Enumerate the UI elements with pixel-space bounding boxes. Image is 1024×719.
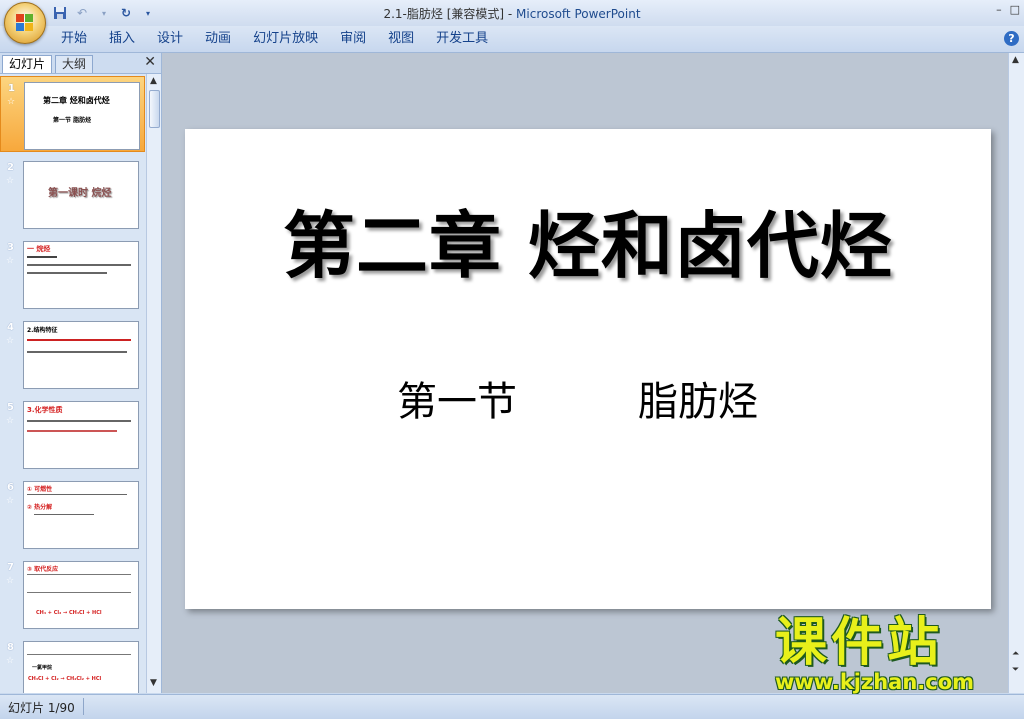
thumbnail-slide: 3.化学性质 — [23, 401, 139, 469]
thumbnail-scrollbar[interactable]: ▲ ▼ — [146, 74, 161, 693]
ribbon: 开始 插入 设计 动画 幻灯片放映 审阅 视图 开发工具 ? — [0, 26, 1024, 53]
slide-title[interactable]: 第二章 烃和卤代烃 — [185, 187, 991, 292]
thumbnail-subtitle: CH₃Cl + Cl₂ → CH₂Cl₂ + HCl — [28, 676, 102, 682]
thumbnail-slide: ① 可燃性 ② 热分解 — [23, 481, 139, 549]
slide-subtitle-topic[interactable]: 脂肪烃 — [638, 369, 758, 427]
thumbnail-title: ③ 取代反应 — [27, 566, 59, 573]
scroll-thumb[interactable] — [149, 90, 160, 128]
thumbnail-slide: 2.结构特征 — [23, 321, 139, 389]
watermark: 课件站 www.kjzhan.com — [775, 615, 1005, 693]
pane-tabs: 幻灯片 大纲 ✕ — [0, 53, 161, 74]
thumbnail-7[interactable]: 7 ☆ ③ 取代反应 CH₄ + Cl₂ → CH₃Cl + HCl — [0, 556, 145, 632]
thumbnail-2[interactable]: 2 ☆ 第一课时 烷烃 — [0, 156, 145, 232]
tab-developer[interactable]: 开发工具 — [425, 26, 499, 52]
previous-slide-icon[interactable]: ⏶ — [1012, 649, 1019, 659]
status-divider — [83, 698, 84, 715]
document-title: 2.1-脂肪烃 [兼容模式] - — [383, 7, 517, 21]
tab-slideshow[interactable]: 幻灯片放映 — [242, 26, 329, 52]
thumbnail-title: ① 可燃性 — [27, 486, 53, 493]
application-name: Microsoft PowerPoint — [516, 7, 641, 21]
slide-editor: 第二章 烃和卤代烃 第一节 脂肪烃 — [162, 53, 1008, 693]
thumbnail-slide: 一氯甲烷 CH₃Cl + Cl₂ → CH₂Cl₂ + HCl — [23, 641, 139, 693]
current-slide[interactable]: 第二章 烃和卤代烃 第一节 脂肪烃 — [185, 129, 991, 609]
title-bar: ↶ ▾ ↻ ▾ 2.1-脂肪烃 [兼容模式] - Microsoft Power… — [0, 0, 1024, 44]
thumbnail-slide: 一 烷烃 — [23, 241, 139, 309]
status-bar: 幻灯片 1/90 — [0, 694, 1024, 719]
thumbnail-number: 4 — [7, 322, 14, 333]
close-icon[interactable]: ✕ — [144, 54, 156, 70]
transition-star-icon: ☆ — [6, 336, 15, 346]
help-icon[interactable]: ? — [1004, 31, 1019, 46]
transition-star-icon: ☆ — [6, 496, 15, 506]
thumbnail-number: 2 — [7, 162, 14, 173]
thumbnail-slide: 第二章 烃和卤代烃 第一节 脂肪烃 — [24, 82, 140, 150]
transition-star-icon: ☆ — [6, 176, 15, 186]
transition-star-icon: ☆ — [7, 97, 16, 107]
tab-slides[interactable]: 幻灯片 — [2, 55, 53, 73]
thumbnail-title: 2.结构特征 — [27, 327, 58, 334]
transition-star-icon: ☆ — [6, 656, 15, 666]
tab-outline[interactable]: 大纲 — [55, 55, 94, 73]
slide-subtitle-section[interactable]: 第一节 — [397, 369, 517, 427]
transition-star-icon: ☆ — [6, 256, 15, 266]
tab-insert[interactable]: 插入 — [98, 26, 146, 52]
tab-design[interactable]: 设计 — [146, 26, 194, 52]
thumbnail-subtitle: ② 热分解 — [27, 504, 53, 511]
thumbnail-number: 7 — [7, 562, 14, 573]
office-button[interactable] — [4, 2, 46, 44]
slide-counter: 幻灯片 1/90 — [8, 701, 75, 715]
scroll-up-icon[interactable]: ▲ — [150, 76, 157, 86]
scroll-down-icon[interactable]: ▼ — [150, 678, 157, 688]
thumbnail-title: 3.化学性质 — [27, 406, 63, 414]
thumbnail-8[interactable]: 8 ☆ 一氯甲烷 CH₃Cl + Cl₂ → CH₂Cl₂ + HCl — [0, 636, 145, 693]
thumbnail-5[interactable]: 5 ☆ 3.化学性质 — [0, 396, 145, 472]
watermark-brand: 课件站 — [775, 613, 944, 673]
ribbon-tabs: 开始 插入 设计 动画 幻灯片放映 审阅 视图 开发工具 — [50, 26, 499, 52]
thumbnail-list: 1 ☆ 第二章 烃和卤代烃 第一节 脂肪烃 2 ☆ 第一课时 烷烃 3 ☆ 一 … — [0, 74, 145, 693]
thumbnail-number: 1 — [8, 83, 15, 94]
thumbnail-slide: ③ 取代反应 CH₄ + Cl₂ → CH₃Cl + HCl — [23, 561, 139, 629]
thumbnail-title: 第一课时 烷烃 — [48, 188, 112, 199]
thumbnail-4[interactable]: 4 ☆ 2.结构特征 — [0, 316, 145, 392]
window-title: 2.1-脂肪烃 [兼容模式] - Microsoft PowerPoint — [0, 5, 1024, 22]
thumbnail-number: 3 — [7, 242, 14, 253]
office-logo-icon — [16, 14, 34, 32]
tab-animations[interactable]: 动画 — [194, 26, 242, 52]
slides-pane: 幻灯片 大纲 ✕ 1 ☆ 第二章 烃和卤代烃 第一节 脂肪烃 2 ☆ 第一课时 … — [0, 53, 162, 693]
transition-star-icon: ☆ — [6, 576, 15, 586]
thumbnail-subtitle: 第一节 脂肪烃 — [53, 117, 92, 124]
next-slide-icon[interactable]: ⏷ — [1012, 665, 1019, 675]
restore-button[interactable]: □ — [1010, 3, 1020, 16]
thumbnail-number: 8 — [7, 642, 14, 653]
thumbnail-title: 第二章 烃和卤代烃 — [43, 96, 110, 105]
thumbnail-1[interactable]: 1 ☆ 第二章 烃和卤代烃 第一节 脂肪烃 — [0, 76, 145, 152]
slide-scrollbar[interactable]: ▲ ⏶ ⏷ — [1008, 53, 1024, 693]
scroll-up-icon[interactable]: ▲ — [1012, 55, 1019, 65]
transition-star-icon: ☆ — [6, 416, 15, 426]
thumbnail-title: 一 烷烃 — [27, 245, 51, 253]
window-controls: – □ — [996, 3, 1020, 16]
watermark-url: www.kjzhan.com — [775, 670, 975, 694]
thumbnail-6[interactable]: 6 ☆ ① 可燃性 ② 热分解 — [0, 476, 145, 552]
minimize-button[interactable]: – — [996, 3, 1002, 16]
thumbnail-3[interactable]: 3 ☆ 一 烷烃 — [0, 236, 145, 312]
tab-view[interactable]: 视图 — [377, 26, 425, 52]
tab-review[interactable]: 审阅 — [329, 26, 377, 52]
thumbnail-number: 5 — [7, 402, 14, 413]
tab-home[interactable]: 开始 — [50, 26, 98, 52]
thumbnail-number: 6 — [7, 482, 14, 493]
thumbnail-subtitle: CH₄ + Cl₂ → CH₃Cl + HCl — [36, 610, 102, 616]
thumbnail-slide: 第一课时 烷烃 — [23, 161, 139, 229]
thumbnail-title: 一氯甲烷 — [32, 665, 53, 671]
